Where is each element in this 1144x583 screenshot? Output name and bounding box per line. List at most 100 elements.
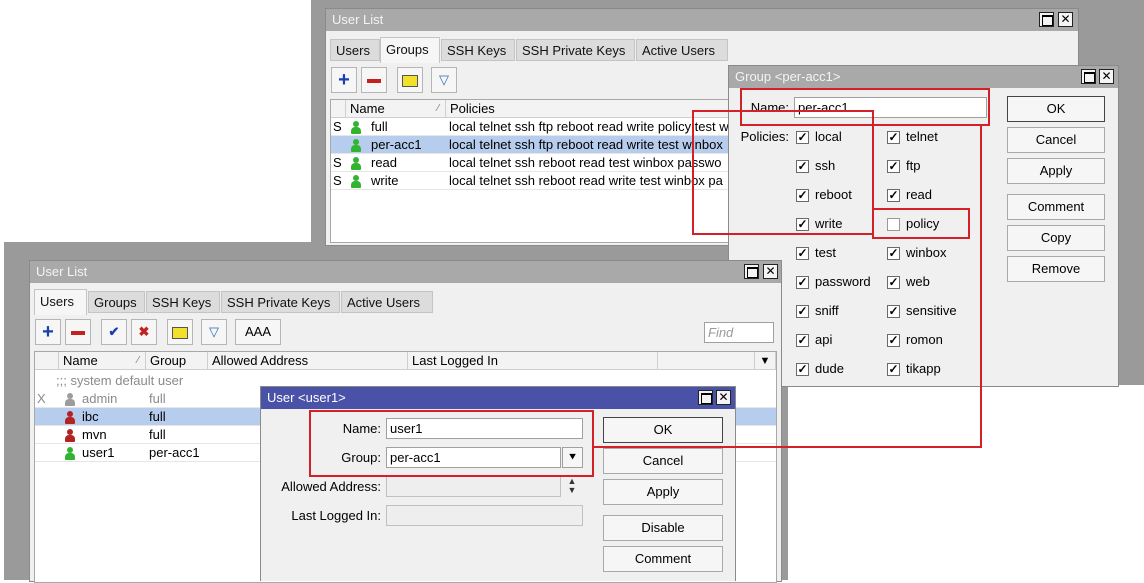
maximize-icon[interactable] [744,264,759,279]
filter-icon[interactable]: ▽ [431,67,457,93]
policy-label: winbox [906,245,947,260]
col-policies-header[interactable]: Policies [446,100,751,118]
close-icon[interactable]: ✕ [763,264,778,279]
policy-checkbox-reboot[interactable]: ✓ [796,189,809,202]
policy-checkbox-ssh[interactable]: ✓ [796,160,809,173]
policy-checkbox-winbox[interactable]: ✓ [887,247,900,260]
remove-button[interactable]: Remove [1007,256,1105,282]
tab-active-users[interactable]: Active Users [341,291,433,313]
aaa-button[interactable]: AAA [235,319,281,345]
policy-label: policy [906,216,940,231]
copy-button[interactable]: Copy [1007,225,1105,251]
cancel-button[interactable]: Cancel [603,448,723,474]
maximize-icon[interactable] [1081,69,1096,84]
row-group: full [149,409,166,424]
find-input[interactable]: Find [704,322,774,343]
policy-checkbox-sniff[interactable]: ✓ [796,305,809,318]
policy-checkbox-sensitive[interactable]: ✓ [887,305,900,318]
cancel-button[interactable]: Cancel [1007,127,1105,153]
policy-checkbox-romon[interactable]: ✓ [887,334,900,347]
row-policies: local telnet ssh reboot read write test … [449,173,723,188]
maximize-icon[interactable] [698,390,713,405]
col-name-header[interactable]: Name ⁄ [59,352,146,370]
policy-checkbox-dude[interactable]: ✓ [796,363,809,376]
col-allowed-header[interactable]: Allowed Address [208,352,408,370]
col-extra-header [658,352,755,370]
policy-checkbox-local[interactable]: ✓ [796,131,809,144]
tab-ssh-private-keys[interactable]: SSH Private Keys [516,39,635,61]
comment-button[interactable]: Comment [1007,194,1105,220]
policy-label: write [815,216,843,231]
tab-groups[interactable]: Groups [380,37,440,63]
last-logged-in-label: Last Logged In: [291,508,381,523]
col-name-header[interactable]: Name ⁄ [346,100,446,118]
maximize-icon[interactable] [1039,12,1054,27]
policy-checkbox-write[interactable]: ✓ [796,218,809,231]
user-dialog-title: User <user1> [267,390,346,405]
table-row[interactable]: S write local telnet ssh reboot read wri… [331,172,751,190]
tab-users[interactable]: Users [330,39,380,61]
close-icon[interactable]: ✕ [1058,12,1073,27]
group-icon [351,139,361,152]
row-group: full [149,391,166,406]
apply-button[interactable]: Apply [603,479,723,505]
user-name-field[interactable]: user1 [386,418,583,439]
policy-checkbox-tikapp[interactable]: ✓ [887,363,900,376]
col-last-header[interactable]: Last Logged In [408,352,658,370]
tab-ssh-private-keys[interactable]: SSH Private Keys [221,291,340,313]
comment-icon[interactable] [397,67,423,93]
group-name-label: Name: [750,100,789,115]
bottom-window-titlebar: User List [30,261,781,283]
expand-icon[interactable]: ▲ ▼ [565,477,579,495]
group-name-field[interactable]: per-acc1 [794,97,987,118]
add-icon[interactable]: + [35,319,61,345]
policy-checkbox-ftp[interactable]: ✓ [887,160,900,173]
tab-ssh-keys[interactable]: SSH Keys [441,39,515,61]
tab-ssh-keys[interactable]: SSH Keys [146,291,220,313]
col-group-header[interactable]: Group [146,352,208,370]
column-chooser-icon[interactable]: ▼ [755,352,776,370]
disable-button[interactable]: Disable [603,515,723,541]
policy-label: ssh [815,158,836,173]
policy-checkbox-policy[interactable] [887,218,900,231]
system-default-comment: ;;; system default user [56,373,184,388]
group-icon [351,157,361,170]
remove-icon[interactable] [65,319,91,345]
group-label: Group: [341,450,381,465]
add-icon[interactable]: + [331,67,357,93]
policy-checkbox-web[interactable]: ✓ [887,276,900,289]
ok-button[interactable]: OK [603,417,723,443]
policy-checkbox-read[interactable]: ✓ [887,189,900,202]
comment-icon[interactable] [167,319,193,345]
user-name-label: Name: [342,421,381,436]
group-select[interactable]: per-acc1 [386,447,561,468]
tab-users[interactable]: Users [34,289,87,315]
ok-button[interactable]: OK [1007,96,1105,122]
col-allowed-label: Allowed Address [212,353,309,368]
dropdown-icon[interactable]: ⯆ [562,447,583,468]
enable-icon[interactable]: ✔ [101,319,127,345]
policy-checkbox-telnet[interactable]: ✓ [887,131,900,144]
user-dialog: User <user1> ✕ Name: user1 Group: per-ac… [260,386,736,581]
apply-button[interactable]: Apply [1007,158,1105,184]
table-row[interactable]: S read local telnet ssh reboot read test… [331,154,751,172]
tab-groups[interactable]: Groups [88,291,145,313]
tab-active-users[interactable]: Active Users [636,39,728,61]
close-icon[interactable]: ✕ [716,390,731,405]
group-icon [351,121,361,134]
comment-button[interactable]: Comment [603,546,723,572]
close-icon[interactable]: ✕ [1099,69,1114,84]
table-row[interactable]: S full local telnet ssh ftp reboot read … [331,118,751,136]
row-flag: S [333,119,342,134]
allowed-address-field[interactable] [386,476,561,497]
row-name: per-acc1 [371,137,422,152]
policy-checkbox-api[interactable]: ✓ [796,334,809,347]
policy-label: read [906,187,933,202]
groups-table: Name ⁄ Policies S full local telnet ssh f… [330,99,752,243]
disable-icon[interactable]: ✖ [131,319,157,345]
remove-icon[interactable] [361,67,387,93]
policy-checkbox-test[interactable]: ✓ [796,247,809,260]
policy-checkbox-password[interactable]: ✓ [796,276,809,289]
filter-icon[interactable]: ▽ [201,319,227,345]
table-row-selected[interactable]: per-acc1 local telnet ssh ftp reboot rea… [331,136,751,154]
